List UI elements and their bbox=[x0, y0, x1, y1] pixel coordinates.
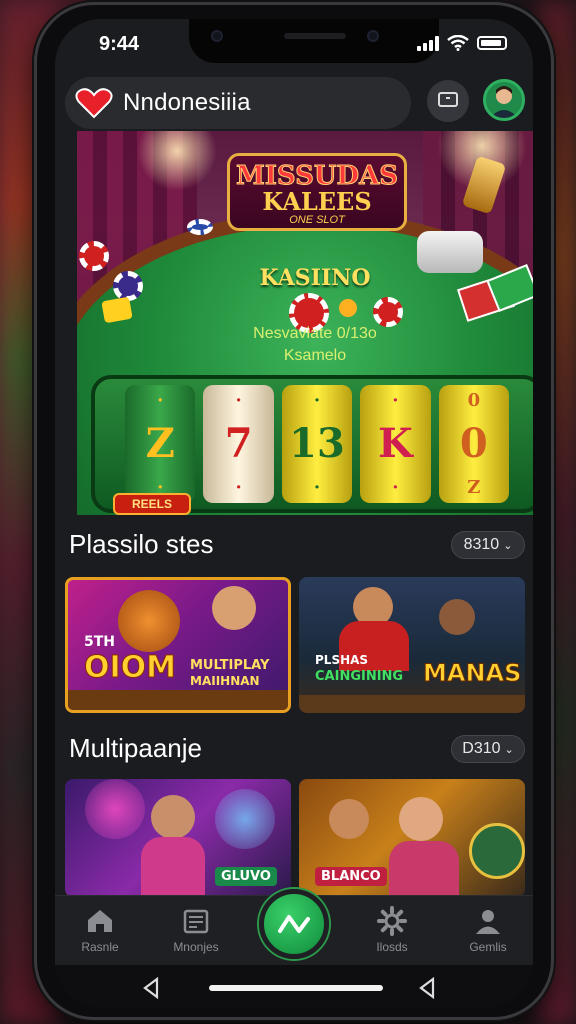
character-icon bbox=[212, 586, 256, 630]
card-text: 5TH bbox=[84, 634, 116, 650]
reel: · Z · bbox=[125, 385, 196, 503]
card-text: CAINGINING bbox=[315, 669, 404, 684]
chip-icon bbox=[373, 297, 403, 327]
hero-banner[interactable]: MISSUDAS KALEES ONE SLOT KASIINO Nesvavi… bbox=[77, 131, 533, 515]
reel: 0 0 Z bbox=[438, 385, 510, 503]
chip-stack-icon bbox=[187, 219, 213, 235]
game-logo: MISSUDAS KALEES ONE SLOT bbox=[227, 153, 407, 231]
roulette-icon bbox=[469, 823, 525, 879]
status-time: 9:44 bbox=[99, 33, 140, 55]
logo-line2: KALEES bbox=[262, 187, 372, 216]
card-text: PLSHAS bbox=[315, 653, 369, 667]
filter-pill-1[interactable]: 8310 ⌄ bbox=[451, 531, 525, 559]
back-icon[interactable] bbox=[141, 977, 161, 999]
nav-label: Ilosds bbox=[376, 940, 408, 954]
fox-mascot-icon bbox=[118, 590, 180, 652]
chevron-down-icon: ⌄ bbox=[504, 743, 514, 756]
profile-icon bbox=[476, 910, 500, 934]
chevron-down-icon: ⌄ bbox=[503, 539, 513, 552]
table-title: KASIINO bbox=[259, 265, 371, 291]
game-card[interactable]: PLSHAS CAINGINING MANAS bbox=[299, 577, 525, 713]
character-icon bbox=[329, 799, 369, 839]
trend-icon bbox=[278, 915, 310, 933]
brand-name: Nndonesiiia bbox=[123, 89, 251, 116]
character-icon bbox=[151, 795, 195, 839]
status-bar: 9:44 bbox=[55, 31, 533, 57]
reel: · 13 · bbox=[281, 385, 353, 503]
user-avatar-icon bbox=[490, 86, 518, 118]
nav-label: Rasnle bbox=[81, 940, 119, 954]
home-icon bbox=[88, 910, 112, 932]
nav-label: Mnonjes bbox=[173, 940, 219, 954]
nav-item-profile[interactable]: Gemlis bbox=[453, 906, 523, 954]
nav-item-schedule[interactable]: Mnonjes bbox=[161, 906, 231, 954]
section-title-2: Multipaanje bbox=[69, 733, 202, 763]
nav-label: Gemlis bbox=[469, 940, 507, 954]
filter-pill-2[interactable]: D310 ⌄ bbox=[451, 735, 525, 763]
character-body bbox=[141, 837, 205, 897]
card-text: MAIIHNAN bbox=[190, 674, 260, 688]
phone-screen: 9:44 Nndonesiiia MISSUDAS KALEES ONE SLO… bbox=[55, 19, 533, 1007]
card-badge: BLANCO bbox=[315, 867, 387, 886]
filter-pill-label: 8310 bbox=[463, 536, 500, 553]
card-table-edge bbox=[68, 690, 288, 710]
card-title: MANAS bbox=[422, 659, 522, 688]
card-text: MULTIPLAY bbox=[190, 658, 270, 673]
nav-item-home[interactable]: Rasnle bbox=[65, 906, 135, 954]
game-card[interactable]: BLANCO bbox=[299, 779, 525, 897]
table-subtitle: Nesvaviate 0/13o bbox=[253, 325, 377, 342]
message-icon bbox=[438, 92, 458, 107]
wifi-icon bbox=[447, 35, 469, 51]
gear-icon bbox=[377, 906, 407, 936]
game-card[interactable]: GLUVO bbox=[65, 779, 291, 897]
character-icon bbox=[399, 797, 443, 841]
center-action-button[interactable] bbox=[259, 889, 329, 959]
chat-button[interactable] bbox=[427, 80, 469, 122]
card-title: OIOM bbox=[83, 650, 177, 686]
table-subtitle-2: Ksamelo bbox=[283, 347, 347, 364]
card-table-edge bbox=[299, 695, 525, 713]
nav-item-settings[interactable]: Ilosds bbox=[357, 906, 427, 954]
filter-pill-label: D310 bbox=[462, 740, 501, 757]
player-icon bbox=[439, 599, 475, 635]
back-icon[interactable] bbox=[417, 977, 437, 999]
reel: · K · bbox=[360, 385, 431, 503]
reels-badge[interactable]: REELS bbox=[113, 493, 191, 515]
card-badge: GLUVO bbox=[215, 867, 277, 886]
reel: · 7 · bbox=[203, 385, 274, 503]
stage-light bbox=[85, 779, 145, 839]
home-indicator[interactable] bbox=[209, 985, 383, 991]
coin-icon bbox=[339, 299, 357, 317]
calendar-icon bbox=[183, 909, 209, 934]
battery-icon bbox=[477, 36, 507, 50]
section-title-1: Plassilo stes bbox=[69, 529, 214, 559]
app-header: Nndonesiiia bbox=[55, 73, 533, 133]
phone-frame: 9:44 Nndonesiiia MISSUDAS KALEES ONE SLO… bbox=[34, 2, 554, 1020]
stage-light bbox=[215, 789, 275, 849]
signal-icon bbox=[417, 35, 439, 51]
system-nav-bar bbox=[55, 965, 533, 1007]
character-body bbox=[389, 841, 459, 897]
game-card[interactable]: 5TH OIOM MULTIPLAY MAIIHNAN bbox=[65, 577, 291, 713]
logo-line3: ONE SLOT bbox=[289, 214, 345, 226]
heart-logo-icon bbox=[75, 86, 113, 120]
logo-line1: MISSUDAS bbox=[235, 161, 399, 191]
avatar[interactable] bbox=[483, 79, 525, 121]
brand-bar[interactable]: Nndonesiiia bbox=[65, 77, 411, 129]
status-icons bbox=[417, 35, 507, 51]
